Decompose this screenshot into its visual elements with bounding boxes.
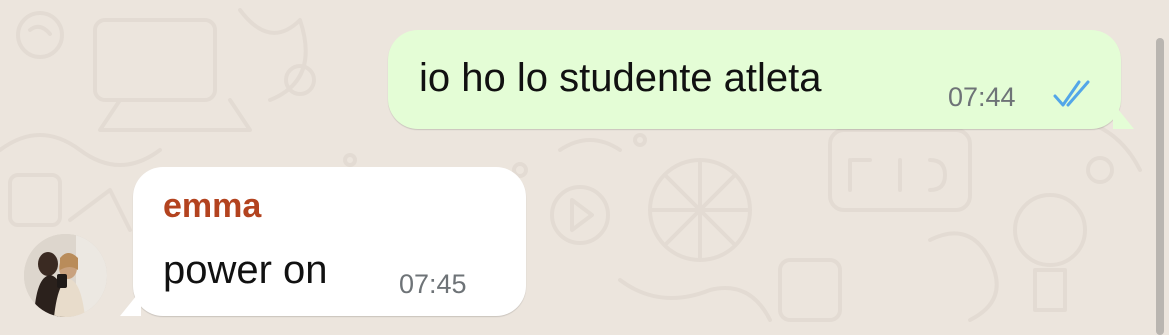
message-timestamp: 07:44 — [948, 82, 1016, 112]
profile-photo — [24, 234, 107, 317]
incoming-message-bubble[interactable]: emma power on 07:45 — [133, 167, 526, 316]
message-text: power on — [163, 248, 328, 292]
double-check-read-icon — [1053, 80, 1090, 107]
scrollbar[interactable] — [1156, 38, 1164, 335]
outgoing-message-bubble[interactable]: io ho lo studente atleta 07:44 — [388, 30, 1121, 129]
message-text: io ho lo studente atleta — [419, 56, 822, 100]
sender-name[interactable]: emma — [163, 187, 261, 226]
message-timestamp: 07:45 — [399, 269, 467, 299]
avatar[interactable] — [24, 234, 107, 317]
